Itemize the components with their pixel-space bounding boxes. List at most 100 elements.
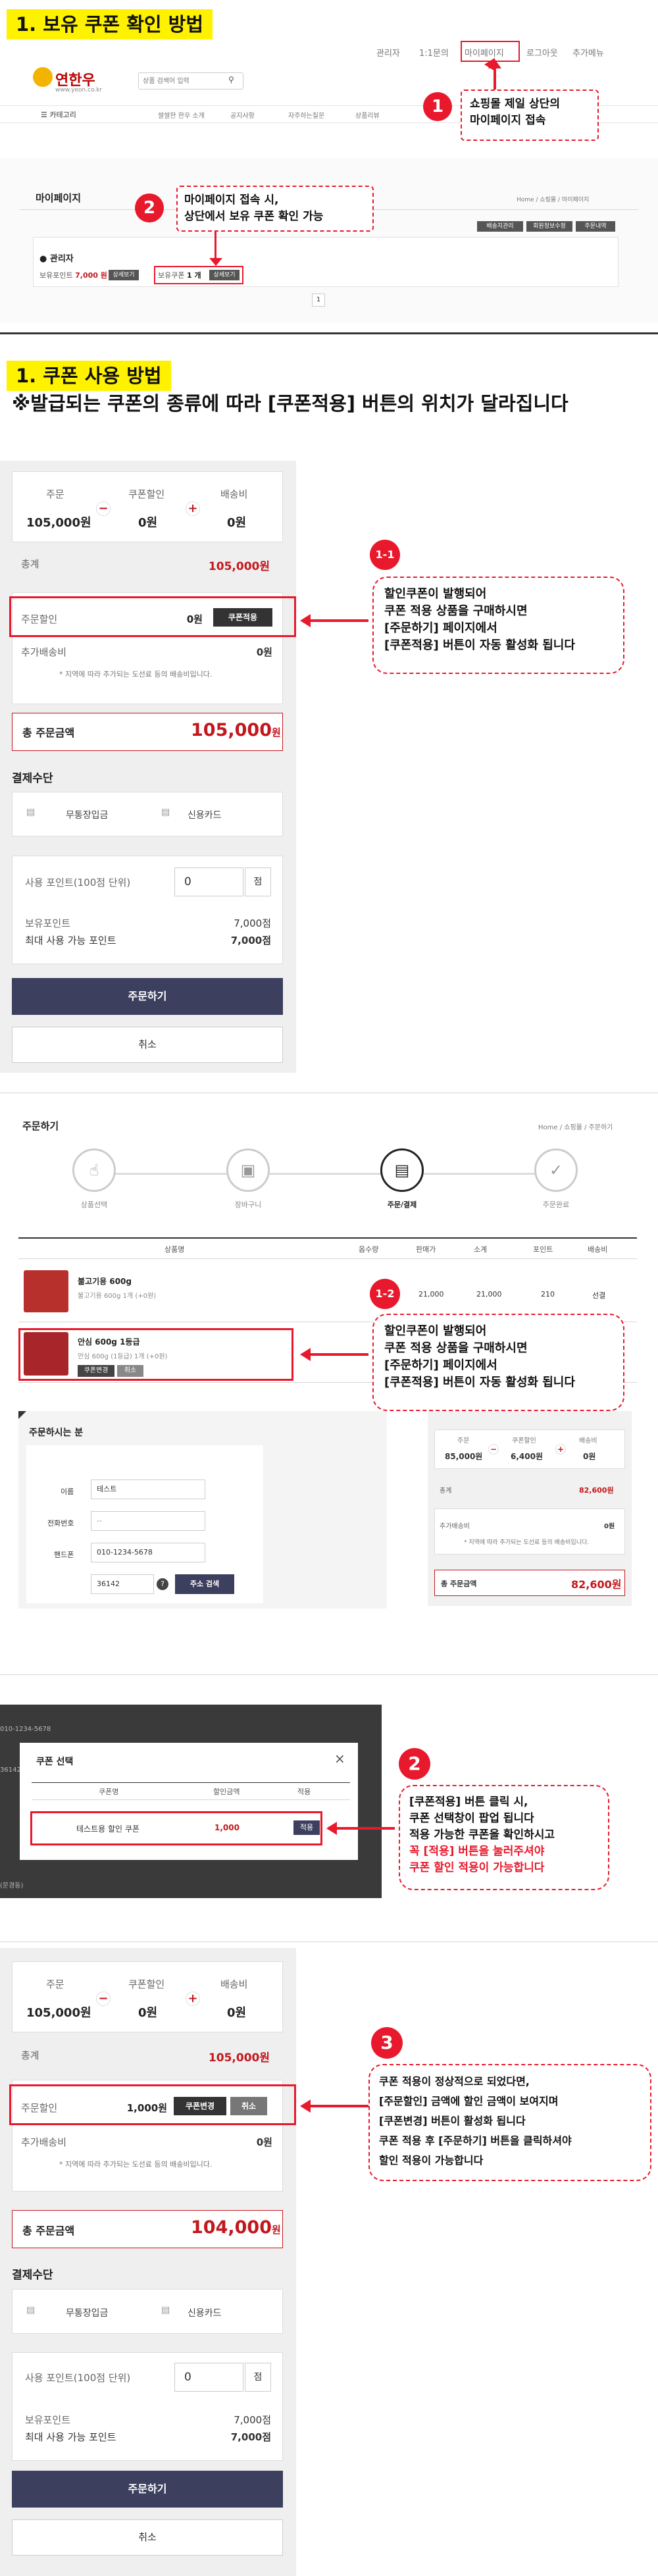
field-name-input[interactable]: 테스트 [91,1480,205,1499]
search-box[interactable]: ⚲ [138,72,243,90]
modal-col-apply: 적용 [297,1788,311,1796]
plus-icon: + [186,502,200,516]
menu-item-faq[interactable]: 자주하는질문 [288,110,324,120]
orderer-title: 주문하시는 분 [29,1428,84,1438]
topnav-extra[interactable]: 추가메뉴 [572,46,604,59]
extra3-ship-value: 0원 [256,2136,272,2148]
pay-credit-card[interactable]: 신용카드 [188,808,222,821]
field-tel-input[interactable]: -- [91,1511,205,1531]
topnav-logout[interactable]: 로그아웃 [526,46,558,59]
menu-category[interactable]: ☰ 카테고리 [41,109,76,120]
use3-points-input[interactable]: 0 [174,2363,243,2392]
summary2-coupon-label: 쿠폰할인 [512,1437,536,1445]
annotation-3: 쿠폰 적용이 정상적으로 되었다면, [주문할인] 금액에 할인 금액이 보여지… [368,2064,651,2181]
summary2-order-value: 85,000원 [445,1452,483,1461]
owned-points-value: 7,000점 [234,917,271,929]
extra3-ship-label: 추가배송비 [21,2136,67,2148]
cancel-button-1[interactable]: 취소 [12,1027,283,1063]
orderer-corner [18,1411,26,1419]
summary-ship-label: 배송비 [220,488,248,500]
modal-title: 쿠폰 선택 [36,1757,74,1767]
close-icon[interactable]: × [334,1751,345,1766]
field-hp-label: 핸드폰 [54,1551,74,1559]
menu-item-review[interactable]: 상품리뷰 [355,110,380,120]
product-points-1: 210 [541,1290,555,1299]
pagination-page-1[interactable]: 1 [312,294,325,307]
search-input[interactable] [143,75,222,87]
owned3-points-value: 7,000점 [234,2414,271,2426]
section-subtitle: ※발급되는 쿠폰의 종류에 따라 [쿠폰적용] 버튼의 위치가 달라집니다 [12,392,569,415]
tab-profile[interactable]: 회원정보수정 [526,221,572,232]
grand-total-amount: 105,000 [191,720,272,740]
modal-bg-text-2: 36142 [0,1766,21,1774]
step-cart-icon: ▣ [226,1148,270,1192]
tab-address[interactable]: 배송지관리 [477,221,523,232]
topnav-admin[interactable]: 관리자 [376,46,400,59]
col-subtotal: 소계 [474,1245,488,1254]
summary2-plus-icon: + [555,1444,566,1455]
user-icon: ● [39,254,47,264]
step-product-icon: ☝ [72,1148,116,1192]
step-line [105,1173,553,1175]
help-icon[interactable]: ? [157,1578,168,1590]
section-title-coupon-check: 1. 보유 쿠폰 확인 방법 [7,9,213,39]
menu-item-intro[interactable]: 쌀쌀한 한우 소개 [158,110,205,120]
topnav-inquiry[interactable]: 1:1문의 [419,46,449,59]
order-breadcrumb: Home / 쇼핑몰 / 주문하기 [538,1124,613,1131]
site-logo[interactable]: 연한우 www.yeon.co.kr [33,66,125,97]
annotation-1-2: 할인쿠폰이 발행되어 쿠폰 적용 상품을 구매하시면 [주문하기] 페이지에서 … [372,1314,624,1411]
annotation-2a: 마이페이지 접속 시, 상단에서 보유 쿠폰 확인 가능 [176,186,374,232]
grand-total-value: 105,000원 [191,720,281,740]
address-search-button[interactable]: 주소 검색 [175,1574,234,1594]
col-shipping: 배송비 [588,1245,608,1254]
step-label-payment: 주문/결제 [387,1200,417,1209]
field-zip-input[interactable]: 36142 [91,1574,154,1594]
highlight-coupon-apply-1 [9,596,296,637]
pay3-bank-transfer[interactable]: 무통장입금 [66,2306,108,2319]
arrow-left-2b [326,1822,395,1835]
summary2-extra-card [434,1508,625,1555]
points-detail-button[interactable]: 상세보기 [109,270,139,280]
field-hp-input[interactable]: 010-1234-5678 [91,1543,205,1562]
order-button-3[interactable]: 주문하기 [12,2471,283,2508]
payment-card-3 [12,2289,283,2334]
step-payment-icon: ▤ [380,1148,424,1192]
summary2-extra-value: 0원 [604,1523,615,1530]
pay-bank-transfer[interactable]: 무통장입금 [66,808,108,821]
use3-points-unit: 점 [245,2363,271,2392]
col-price: 판매가 [416,1245,436,1254]
use-points-input[interactable]: 0 [174,867,243,896]
annotation-2b-red-text: 꼭 [적용] 버튼을 눌러주셔야 쿠폰 할인 적용이 가능합니다 [409,1845,545,1874]
extra-ship-value: 0원 [256,646,272,658]
step-label-complete: 주문완료 [542,1200,570,1209]
mypage-title: 마이페이지 [36,192,82,204]
col-product: 상품명 [164,1245,185,1254]
menu-item-notice[interactable]: 공지사항 [230,110,255,120]
annotation-1: 쇼핑몰 제일 상단의 마이페이지 접속 [461,90,599,141]
arrowhead-up-1 [488,59,501,68]
summary2-note: * 지역에 따라 추가되는 도선료 등의 배송비입니다. [464,1539,590,1546]
tab-orders[interactable]: 주문내역 [576,221,615,232]
pay3-credit-card[interactable]: 신용카드 [188,2306,222,2319]
step-badge-3: 3 [371,2027,403,2059]
arrowhead-down-2a [209,258,222,266]
bank-transfer-icon: ▤ [26,807,36,817]
product-price-1: 21,000 [418,1290,444,1299]
summary-coupon-label: 쿠폰할인 [128,488,165,500]
cancel-button-3[interactable]: 취소 [12,2519,283,2556]
summary3-minus-icon: − [96,1992,111,2006]
field-name-label: 이름 [61,1487,74,1496]
product-name-1[interactable]: 불고기용 600g [78,1275,132,1287]
extra-ship-label: 추가배송비 [21,646,67,658]
max3-points-value: 7,000점 [230,2431,271,2443]
highlight-coupon-row [18,1328,293,1381]
use3-points-label: 사용 포인트(100점 단위) [25,2372,131,2384]
order-button-1[interactable]: 주문하기 [12,978,283,1015]
summary3-ship-label: 배송비 [220,1978,248,1990]
logo-emblem [33,67,53,87]
summary-card-3 [12,1961,283,2032]
summary3-order-value: 105,000원 [26,2006,91,2020]
modal-bg-text-1: 010-1234-5678 [0,1726,51,1733]
search-icon[interactable]: ⚲ [228,75,234,84]
summary-ship-value: 0원 [227,516,247,530]
